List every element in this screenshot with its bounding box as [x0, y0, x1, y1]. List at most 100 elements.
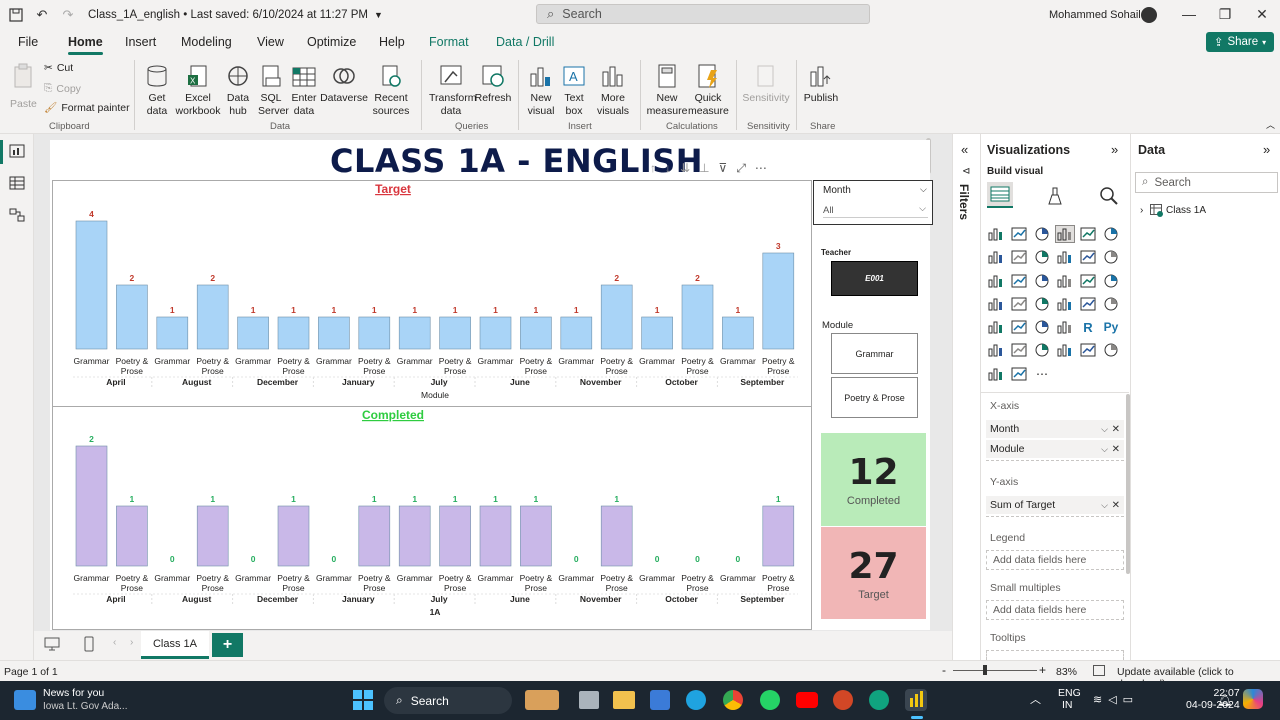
xaxis-field-module[interactable]: Module ⌵ ✕ [986, 440, 1124, 458]
bar[interactable] [196, 284, 229, 350]
redo-icon[interactable]: ↷ [58, 5, 78, 25]
line-column-visual-icon[interactable] [1056, 249, 1074, 265]
edge-icon[interactable] [686, 690, 706, 710]
expand-all-icon[interactable]: ⇊ [680, 161, 690, 176]
sensitivity-button[interactable]: Sensitivity [741, 64, 791, 105]
yaxis-field-sum-target[interactable]: Sum of Target ⌵ ✕ [986, 496, 1124, 514]
menu-file[interactable]: File [18, 35, 38, 49]
chatgpt-icon[interactable] [869, 690, 889, 710]
drill-down-icon[interactable]: ↓ [665, 161, 671, 176]
copy-button[interactable]: ⎘ Copy [44, 82, 81, 95]
chevron-down-icon[interactable]: ⌵ [1101, 444, 1108, 455]
bar[interactable] [722, 316, 754, 350]
narrative-visual-icon[interactable] [1056, 342, 1074, 358]
menu-home[interactable]: Home [68, 35, 103, 55]
pie-visual-icon[interactable] [1056, 273, 1074, 289]
remove-icon[interactable]: ✕ [1112, 500, 1120, 511]
zoom-out-button[interactable]: - [942, 663, 946, 677]
clustered-column-visual-icon[interactable] [1055, 225, 1075, 243]
bar[interactable] [398, 505, 431, 567]
menu-data-drill[interactable]: Data / Drill [496, 35, 554, 49]
teacher-slicer-tile[interactable]: E001 [831, 261, 918, 296]
legend-dropzone[interactable]: Add data fields here [986, 550, 1124, 570]
zoom-slider[interactable] [953, 670, 1037, 671]
gauge-visual-icon[interactable] [1056, 296, 1074, 312]
bar[interactable] [318, 316, 350, 350]
donut-visual-icon[interactable] [1079, 273, 1097, 289]
save-icon[interactable] [6, 5, 26, 25]
menu-optimize[interactable]: Optimize [307, 35, 356, 49]
task-view-icon[interactable] [579, 691, 599, 709]
table-visual-icon[interactable] [1033, 319, 1051, 335]
whatsapp-icon[interactable] [760, 690, 780, 710]
tooltips-dropzone[interactable] [986, 650, 1124, 660]
stacked-column-visual-icon[interactable] [1010, 226, 1028, 242]
bar[interactable] [600, 284, 633, 350]
report-view-icon[interactable] [9, 144, 25, 158]
powerpoint-icon[interactable] [833, 690, 853, 710]
dataverse-button[interactable]: Dataverse [320, 64, 368, 105]
close-button[interactable]: ✕ [1252, 6, 1272, 23]
tab-prev-icon[interactable]: ‹ [113, 637, 116, 648]
bar[interactable] [560, 316, 593, 350]
zoom-in-button[interactable]: + [1039, 663, 1046, 677]
weather-icon[interactable] [14, 690, 36, 710]
collapse-viz-icon[interactable]: » [1111, 142, 1118, 157]
card-visual-icon[interactable] [1079, 296, 1097, 312]
language-indicator[interactable]: ENG IN [1058, 687, 1081, 711]
target-kpi-card[interactable]: 27 Target [821, 527, 926, 619]
text-box-button[interactable]: A Text box [561, 64, 587, 118]
maximize-button[interactable]: ❐ [1215, 6, 1235, 23]
completed-kpi-card[interactable]: 12 Completed [821, 433, 926, 526]
tab-next-icon[interactable]: › [130, 637, 133, 648]
scorecard-visual-icon[interactable] [1102, 342, 1120, 358]
model-view-icon[interactable] [9, 208, 25, 222]
multi-row-card-visual-icon[interactable] [1102, 296, 1120, 312]
stacked-bar-visual-icon[interactable] [987, 226, 1005, 242]
add-page-button[interactable]: + [212, 633, 243, 657]
avatar[interactable] [1141, 7, 1157, 23]
sql-server-button[interactable]: SQL Server [256, 64, 289, 118]
collapse-data-icon[interactable]: » [1263, 142, 1270, 157]
file-explorer-icon[interactable] [613, 691, 635, 709]
bar[interactable] [439, 505, 471, 567]
youtube-icon[interactable] [796, 692, 818, 708]
filled-map-visual-icon[interactable] [1010, 296, 1028, 312]
bar[interactable] [75, 445, 108, 567]
menu-modeling[interactable]: Modeling [181, 35, 232, 49]
funnel-visual-icon[interactable] [1010, 273, 1028, 289]
line-clustered-visual-icon[interactable] [1079, 249, 1097, 265]
mobile-layout-icon[interactable] [84, 636, 94, 655]
share-button[interactable]: ⇪ Share ▾ [1206, 32, 1274, 52]
bar[interactable] [681, 284, 714, 350]
remove-icon[interactable]: ✕ [1112, 424, 1120, 435]
decomposition-tree-visual-icon[interactable] [1010, 342, 1028, 358]
ribbon-visual-icon[interactable] [1102, 249, 1120, 265]
kpi-visual-icon[interactable] [987, 319, 1005, 335]
map-visual-icon[interactable] [987, 296, 1005, 312]
show-hidden-icons[interactable]: ︿ [1030, 691, 1041, 707]
matrix-visual-icon[interactable] [1056, 319, 1074, 335]
refresh-button[interactable]: Refresh [475, 64, 511, 105]
chrome-icon[interactable] [723, 690, 743, 710]
bar[interactable] [520, 505, 552, 567]
target-chart[interactable]: Target 4 Grammar 2 Poetry & Prose 1 Grammar 2 Poe… [52, 180, 812, 407]
news-title[interactable]: News for you [43, 687, 104, 699]
zoom-slider-thumb[interactable] [983, 665, 987, 675]
bar[interactable] [762, 252, 795, 350]
quick-measure-button[interactable]: Quick measure [688, 64, 729, 118]
line-visual-icon[interactable] [987, 249, 1005, 265]
more-options-icon[interactable]: ⋯ [755, 161, 767, 176]
widgets-app-icon[interactable] [525, 690, 559, 710]
copilot-icon[interactable] [1243, 689, 1263, 709]
bar[interactable] [358, 316, 391, 350]
bar[interactable] [116, 505, 148, 567]
data-table-class-1a[interactable]: Class 1A [1166, 205, 1206, 216]
area-visual-icon[interactable] [1010, 249, 1028, 265]
bar[interactable] [237, 316, 269, 350]
taskbar-search[interactable]: ⌕ Search [384, 687, 512, 714]
data-search-input[interactable]: ⌕ Search [1135, 172, 1278, 193]
fit-page-icon[interactable] [1093, 665, 1105, 679]
bar[interactable] [196, 505, 229, 567]
completed-chart[interactable]: Completed 2 Grammar 1 Poetry & Prose 0 Grammar 1… [52, 407, 812, 630]
